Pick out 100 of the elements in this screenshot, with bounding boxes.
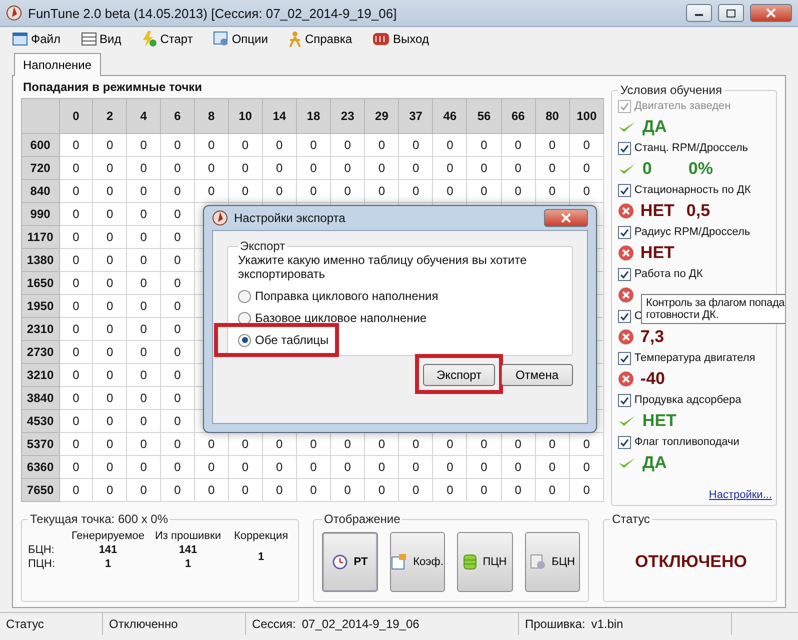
dialog-title: Настройки экспорта	[234, 211, 346, 225]
column-header: 29	[364, 98, 399, 134]
table-cell: 0	[432, 478, 467, 502]
table-cell: 0	[59, 318, 93, 340]
table-cell: 0	[59, 134, 93, 156]
table-cell: 0	[432, 180, 467, 202]
column-header: 8	[194, 98, 228, 134]
table-cell: 0	[59, 202, 93, 226]
condition-value: -40	[640, 369, 666, 389]
table-cell: 0	[160, 340, 194, 364]
menu-item[interactable]: Выход	[368, 32, 433, 46]
checkbox[interactable]	[618, 184, 632, 196]
checkbox[interactable]	[618, 310, 632, 322]
row-header: 720	[22, 156, 60, 180]
radio-button[interactable]	[238, 312, 251, 324]
checkbox[interactable]	[618, 394, 632, 406]
display-button[interactable]: РТ	[322, 532, 378, 592]
table-cell: 0	[160, 226, 194, 248]
dialog-button[interactable]: Экспорт	[423, 364, 495, 386]
table-corner	[22, 98, 60, 134]
condition-value: 0,5	[686, 201, 712, 221]
display-button[interactable]: БЦН	[524, 532, 580, 592]
table-cell: 0	[296, 478, 331, 502]
menu-item[interactable]: Старт	[137, 31, 197, 47]
checkbox[interactable]	[618, 436, 632, 448]
table-cell: 0	[262, 134, 296, 156]
menu-item[interactable]: Справка	[284, 31, 356, 47]
radio-button[interactable]	[238, 334, 251, 346]
table-cell: 0	[296, 156, 331, 180]
table-cell: 0	[262, 456, 296, 478]
table-cell: 0	[535, 180, 570, 202]
settings-link[interactable]: Настройки...	[708, 489, 772, 501]
close-button[interactable]	[750, 4, 792, 22]
condition-label: Станц. RPM/Дроссель	[634, 142, 748, 154]
radio-button[interactable]	[238, 290, 251, 302]
exit-icon	[372, 32, 390, 46]
close-button[interactable]	[544, 209, 588, 227]
table-cell: 0	[364, 134, 399, 156]
table-cell: 0	[432, 156, 467, 180]
radio-label: Базовое цикловое наполнение	[255, 311, 427, 325]
menu-item[interactable]: Файл	[8, 32, 65, 46]
display-button[interactable]: ПЦН	[457, 532, 512, 592]
status-value: ОТКЛЮЧЕНО	[634, 552, 747, 572]
table-cell: 0	[92, 294, 127, 318]
lightning-icon	[141, 31, 158, 47]
checkbox[interactable]	[618, 226, 632, 238]
table-cell: 0	[92, 202, 127, 226]
table-cell: 0	[92, 318, 127, 340]
table-cell: 0	[126, 134, 161, 156]
column-header: Коррекция	[232, 530, 290, 542]
row-header: 5370	[22, 432, 60, 456]
checkbox[interactable]	[618, 268, 632, 280]
tab[interactable]: Наполнение	[14, 53, 101, 76]
row-header: 1950	[22, 294, 60, 318]
table-cell: 0	[330, 478, 365, 502]
minimize-button[interactable]	[686, 4, 712, 22]
menu-item[interactable]: Вид	[76, 32, 126, 46]
table-cell: 0	[59, 272, 93, 294]
row-header: 3210	[22, 364, 60, 386]
table-cell: 0	[92, 156, 127, 180]
table-cell: 0	[59, 456, 93, 478]
table-cell: 0	[466, 156, 502, 180]
table-cell: 0	[126, 202, 161, 226]
maximize-button[interactable]	[718, 4, 744, 22]
table-cell: 0	[126, 432, 161, 456]
row-header: 3840	[22, 386, 60, 410]
column-header: 0	[59, 98, 93, 134]
table-cell: 0	[194, 478, 228, 502]
condition-value: ДА	[642, 453, 668, 473]
display-button[interactable]: Коэф.	[390, 532, 445, 592]
table-cell: 0	[398, 456, 433, 478]
table-cell: 0	[59, 386, 93, 410]
checkbox[interactable]	[618, 352, 632, 364]
condition-label: Радиус RPM/Дроссель	[634, 226, 750, 238]
table-cell: 0	[59, 180, 93, 202]
table-cell: 0	[126, 386, 161, 410]
panel-title: Статус	[611, 512, 651, 526]
table-cell: 0	[466, 180, 502, 202]
dialog-button[interactable]: Отмена	[501, 364, 573, 386]
table-cell: 0	[228, 134, 262, 156]
value-text: 141	[98, 544, 118, 556]
table-cell: 0	[126, 318, 161, 340]
table-cell: 0	[535, 134, 570, 156]
column-header: 46	[432, 98, 467, 134]
row-header: 7650	[22, 478, 60, 502]
menu-item[interactable]: Опции	[208, 31, 272, 47]
table-cell: 0	[126, 364, 161, 386]
table-cell: 0	[364, 456, 399, 478]
column-header: 80	[535, 98, 570, 134]
table-cell: 0	[228, 478, 262, 502]
settings-icon	[212, 31, 229, 47]
table-cell: 0	[126, 478, 161, 502]
condition-value: НЕТ	[640, 243, 676, 263]
table-cell: 0	[501, 180, 536, 202]
tooltip-text: готовности ДК.	[646, 309, 720, 321]
checkbox[interactable]	[618, 142, 632, 154]
table-cell: 0	[466, 134, 502, 156]
table-cell: 0	[194, 134, 228, 156]
table-cell: 0	[92, 386, 127, 410]
radio-label: Обе таблицы	[255, 333, 329, 347]
